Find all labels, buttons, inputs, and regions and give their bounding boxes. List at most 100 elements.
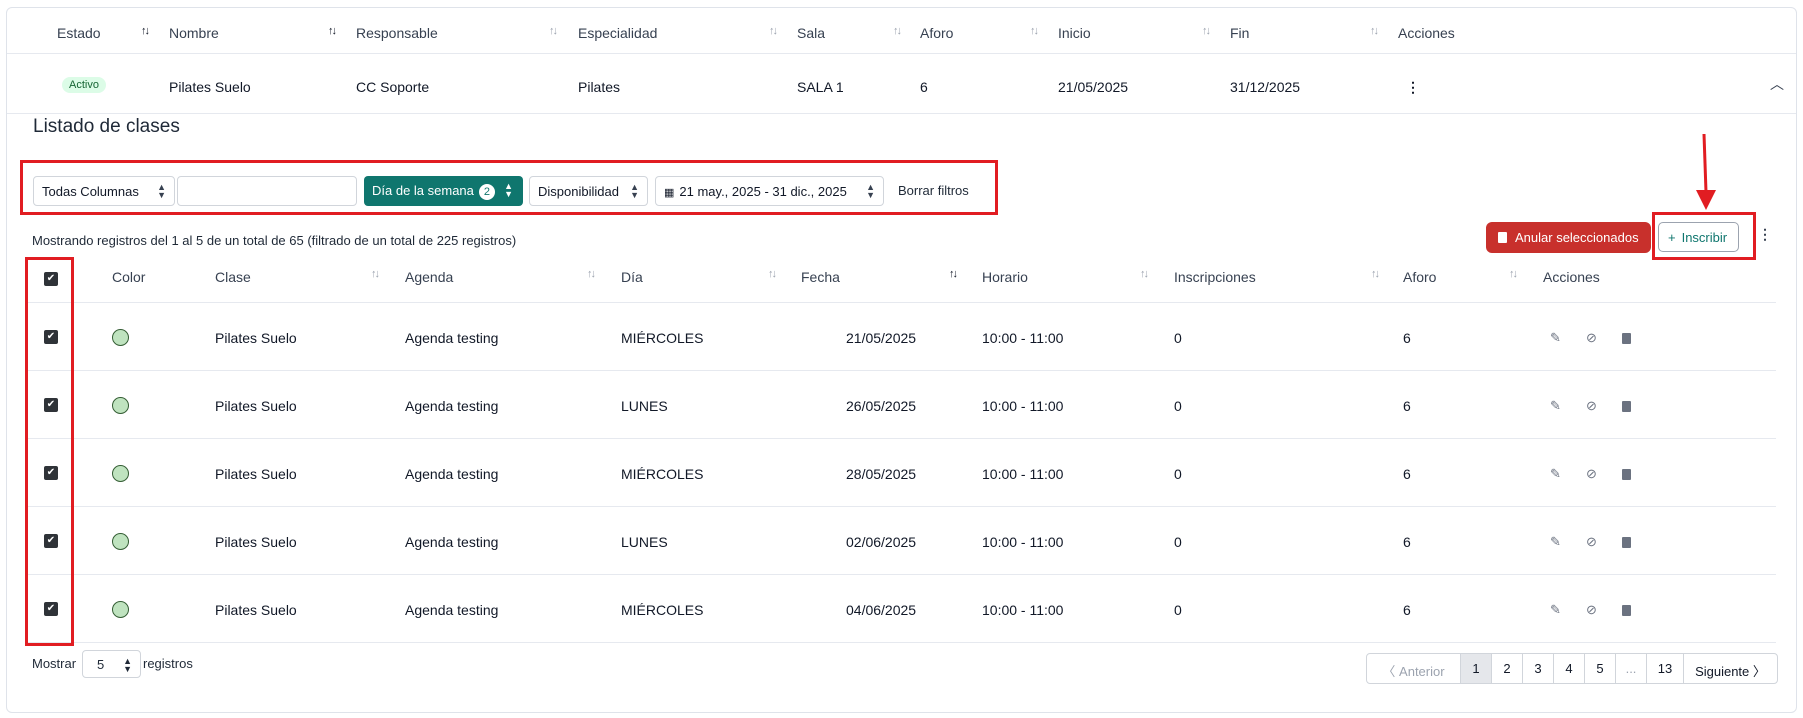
cell-nombre: Pilates Suelo <box>169 79 251 95</box>
header-especialidad[interactable]: Especialidad <box>578 25 657 41</box>
search-input[interactable] <box>177 176 357 206</box>
pagination: 〈 Anterior 1 2 3 4 5 ... 13 Siguiente 〉 <box>1366 653 1778 684</box>
cell-dia: LUNES <box>621 534 668 550</box>
sort-icon[interactable]: ↑↓ <box>371 268 380 280</box>
pagination-next[interactable]: Siguiente 〉 <box>1684 654 1777 683</box>
edit-icon[interactable]: ✎ <box>1550 602 1561 618</box>
columns-select[interactable]: Todas Columnas ▲ ▼ <box>33 176 175 206</box>
sort-icon[interactable]: ↑↓ <box>1202 25 1211 37</box>
block-icon[interactable]: ⊘ <box>1586 398 1597 414</box>
row-actions-menu-icon[interactable]: ⋮ <box>1406 79 1420 96</box>
class-color-dot <box>112 601 129 618</box>
trash-icon[interactable] <box>1622 537 1631 548</box>
pagination-page[interactable]: 5 <box>1585 654 1616 683</box>
cell-aforo: 6 <box>1403 398 1411 414</box>
cancel-selected-button[interactable]: Anular seleccionados <box>1486 222 1651 253</box>
header-responsable[interactable]: Responsable <box>356 25 438 41</box>
block-icon[interactable]: ⊘ <box>1586 330 1597 346</box>
annotation-arrow-icon <box>1696 134 1716 210</box>
cell-horario: 10:00 - 11:00 <box>982 602 1064 618</box>
trash-icon[interactable] <box>1622 333 1631 344</box>
pagination-next-label: Siguiente <box>1695 664 1750 679</box>
trash-icon[interactable] <box>1622 605 1631 616</box>
block-icon[interactable]: ⊘ <box>1586 466 1597 482</box>
table-row[interactable]: ✔ Pilates Suelo Agenda testing MIÉRCOLES… <box>26 303 1776 371</box>
edit-icon[interactable]: ✎ <box>1550 398 1561 414</box>
header-fin[interactable]: Fin <box>1230 25 1249 41</box>
sort-icon[interactable]: ↑↓ <box>768 268 777 280</box>
outer-table-header: Estado ↑↓ Nombre ↑↓ Responsable ↑↓ Espec… <box>7 8 1796 54</box>
table-row[interactable]: ✔ Pilates Suelo Agenda testing MIÉRCOLES… <box>26 439 1776 507</box>
records-summary: Mostrando registros del 1 al 5 de un tot… <box>32 233 517 248</box>
pagination-page[interactable]: 1 <box>1461 654 1492 683</box>
header-acciones: Acciones <box>1398 25 1455 41</box>
header-aforo[interactable]: Aforo <box>1403 269 1436 285</box>
table-row[interactable]: ✔ Pilates Suelo Agenda testing LUNES 02/… <box>26 507 1776 575</box>
trash-icon[interactable] <box>1622 401 1631 412</box>
header-dia[interactable]: Día <box>621 269 643 285</box>
sort-asc-icon[interactable]: ↑↓ <box>328 25 337 37</box>
weekday-filter-label: Día de la semana <box>372 183 474 198</box>
header-aforo[interactable]: Aforo <box>920 25 953 41</box>
header-nombre[interactable]: Nombre <box>169 25 219 41</box>
page-size-select[interactable]: 5 ▲ ▼ <box>82 650 141 678</box>
table-row[interactable]: ✔ Pilates Suelo Agenda testing LUNES 26/… <box>26 371 1776 439</box>
cell-agenda: Agenda testing <box>405 398 499 414</box>
header-agenda[interactable]: Agenda <box>405 269 453 285</box>
header-clase[interactable]: Clase <box>215 269 251 285</box>
cell-especialidad: Pilates <box>578 79 621 95</box>
sort-icon[interactable]: ↑↓ <box>769 25 778 37</box>
cell-agenda: Agenda testing <box>405 466 499 482</box>
sort-asc-icon[interactable]: ↑↓ <box>141 25 150 37</box>
sort-icon[interactable]: ↑↓ <box>1370 25 1379 37</box>
edit-icon[interactable]: ✎ <box>1550 330 1561 346</box>
pagination-prev[interactable]: 〈 Anterior <box>1367 654 1461 683</box>
header-horario[interactable]: Horario <box>982 269 1028 285</box>
edit-icon[interactable]: ✎ <box>1550 534 1561 550</box>
header-estado[interactable]: Estado <box>57 25 101 41</box>
cell-agenda: Agenda testing <box>405 330 499 346</box>
date-range-picker[interactable]: ▦ 21 may., 2025 - 31 dic., 2025 ▲ ▼ <box>655 176 884 206</box>
pagination-page[interactable]: 4 <box>1554 654 1585 683</box>
cell-dia: MIÉRCOLES <box>621 330 704 346</box>
edit-icon[interactable]: ✎ <box>1550 466 1561 482</box>
chevron-left-icon: 〈 <box>1382 664 1396 679</box>
outer-table-row[interactable]: Activo Pilates Suelo CC Soporte Pilates … <box>7 54 1796 114</box>
clear-filters-button[interactable]: Borrar filtros <box>898 183 969 198</box>
block-icon[interactable]: ⊘ <box>1586 534 1597 550</box>
availability-select[interactable]: Disponibilidad ▲ ▼ <box>529 176 648 206</box>
cell-inscripciones: 0 <box>1174 466 1182 482</box>
sort-icon[interactable]: ↑↓ <box>1509 268 1518 280</box>
class-color-dot <box>112 465 129 482</box>
sort-icon[interactable]: ↑↓ <box>893 25 902 37</box>
sort-icon[interactable]: ↑↓ <box>549 25 558 37</box>
sort-icon[interactable]: ↑↓ <box>1371 268 1380 280</box>
pagination-page-last[interactable]: 13 <box>1647 654 1684 683</box>
header-color: Color <box>112 269 146 285</box>
header-inicio[interactable]: Inicio <box>1058 25 1091 41</box>
more-options-icon[interactable]: ⋮ <box>1758 226 1772 243</box>
sort-icon[interactable]: ↑↓ <box>587 268 596 280</box>
header-inscripciones[interactable]: Inscripciones <box>1174 269 1256 285</box>
cell-horario: 10:00 - 11:00 <box>982 398 1064 414</box>
cell-horario: 10:00 - 11:00 <box>982 466 1064 482</box>
chevron-up-icon[interactable]: ︿ <box>1770 74 1784 94</box>
cell-inscripciones: 0 <box>1174 330 1182 346</box>
table-row[interactable]: ✔ Pilates Suelo Agenda testing MIÉRCOLES… <box>26 575 1776 643</box>
header-fecha[interactable]: Fecha <box>801 269 840 285</box>
cell-horario: 10:00 - 11:00 <box>982 330 1064 346</box>
trash-icon[interactable] <box>1622 469 1631 480</box>
sort-icon[interactable]: ↑↓ <box>1140 268 1149 280</box>
enroll-button[interactable]: + Inscribir <box>1658 222 1739 252</box>
cell-clase: Pilates Suelo <box>215 330 297 346</box>
header-sala[interactable]: Sala <box>797 25 825 41</box>
pagination-page[interactable]: 2 <box>1492 654 1523 683</box>
block-icon[interactable]: ⊘ <box>1586 602 1597 618</box>
status-badge: Activo <box>62 77 106 93</box>
pagination-page[interactable]: 3 <box>1523 654 1554 683</box>
weekday-filter[interactable]: Día de la semana 2 ▲ ▼ <box>364 176 523 206</box>
sort-icon[interactable]: ↑↓ <box>1030 25 1039 37</box>
class-color-dot <box>112 397 129 414</box>
cell-sala: SALA 1 <box>797 79 844 95</box>
sort-asc-icon[interactable]: ↑↓ <box>949 268 958 280</box>
